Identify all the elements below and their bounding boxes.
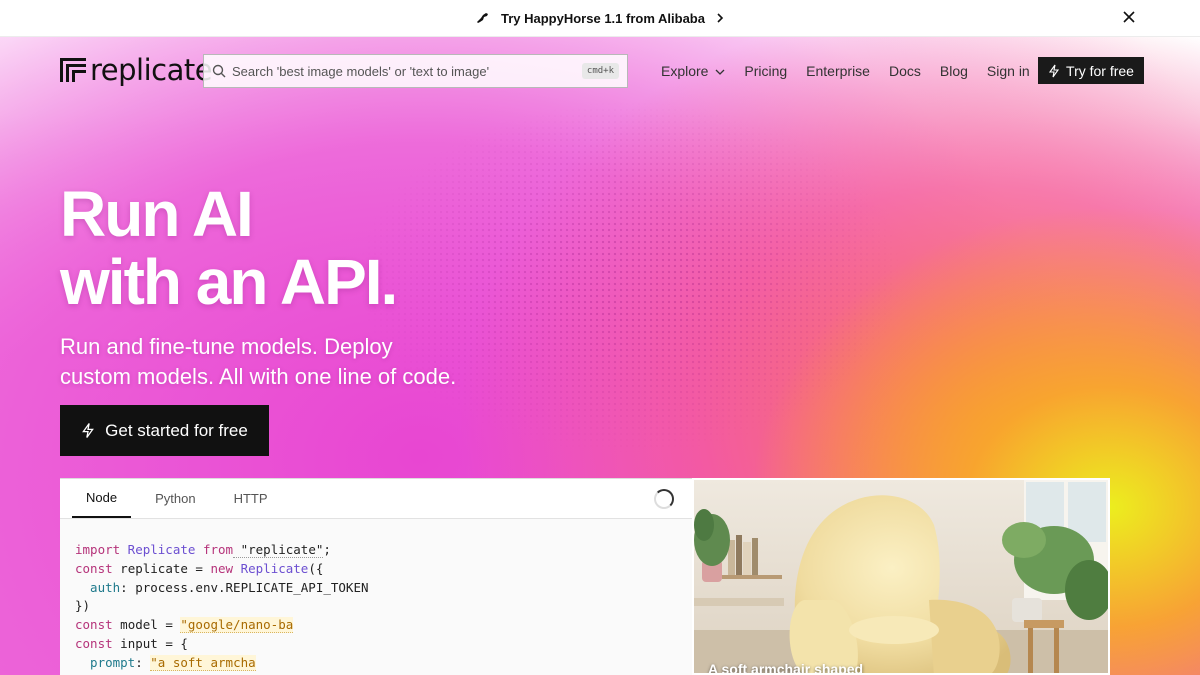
armchair-image (694, 480, 1108, 673)
code-line: }) (75, 598, 91, 614)
tab-python[interactable]: Python (141, 479, 209, 518)
chevron-right-icon (717, 13, 724, 23)
nav-links: Explore Pricing Enterprise Docs Blog Sig… (661, 63, 1030, 79)
search-input[interactable] (232, 63, 576, 79)
code-block: import Replicate from "replicate"; const … (60, 519, 692, 673)
nav-explore[interactable]: Explore (661, 63, 725, 79)
announcement-bar[interactable]: Try HappyHorse 1.1 from Alibaba (0, 0, 1200, 37)
nav-enterprise[interactable]: Enterprise (806, 63, 870, 79)
bolt-icon (1048, 64, 1060, 77)
announcement-text: Try HappyHorse 1.1 from Alibaba (501, 10, 705, 26)
logo-icon (60, 58, 86, 82)
code-line: const model = "google/nano-ba (75, 617, 294, 634)
search-icon (212, 64, 226, 78)
hero-subtitle: Run and fine-tune models. Deploy custom … (60, 334, 457, 389)
top-nav: replicate cmd+k Explore Pricing Enterpri… (0, 37, 1200, 103)
code-example-panel: Node Python HTTP import Replicate from "… (60, 478, 692, 675)
logo-text: replicate (90, 53, 213, 87)
code-line: const replicate = new Replicate({ (75, 560, 324, 576)
hero-title: Run AI with an API. (60, 178, 398, 318)
announcement-link[interactable]: Try HappyHorse 1.1 from Alibaba (475, 11, 725, 26)
nav-blog[interactable]: Blog (940, 63, 968, 79)
loading-spinner-icon (654, 489, 674, 509)
close-icon[interactable] (1120, 9, 1138, 27)
get-started-button[interactable]: Get started for free (60, 405, 269, 456)
bolt-icon (82, 423, 95, 438)
try-for-free-button[interactable]: Try for free (1038, 57, 1144, 84)
generated-image-preview: A soft armchair shaped (692, 478, 1110, 675)
horse-icon (477, 13, 488, 23)
search-shortcut: cmd+k (581, 63, 619, 79)
dot-pattern (300, 77, 1000, 537)
tab-node[interactable]: Node (72, 479, 132, 518)
nav-docs[interactable]: Docs (889, 63, 921, 79)
nav-sign-in[interactable]: Sign in (987, 63, 1030, 79)
search-box[interactable]: cmd+k (203, 54, 628, 88)
image-caption: A soft armchair shaped (708, 661, 864, 675)
code-line: import Replicate from "replicate"; (75, 542, 331, 558)
logo[interactable]: replicate (60, 53, 213, 87)
code-line: prompt: "a soft armcha (75, 654, 256, 671)
tab-http[interactable]: HTTP (220, 479, 282, 518)
chevron-down-icon (715, 69, 725, 75)
code-line: const input = { (75, 635, 188, 651)
code-line: auth: process.env.REPLICATE_API_TOKEN (75, 579, 369, 595)
language-tabs: Node Python HTTP (60, 479, 692, 519)
nav-pricing[interactable]: Pricing (744, 63, 787, 79)
